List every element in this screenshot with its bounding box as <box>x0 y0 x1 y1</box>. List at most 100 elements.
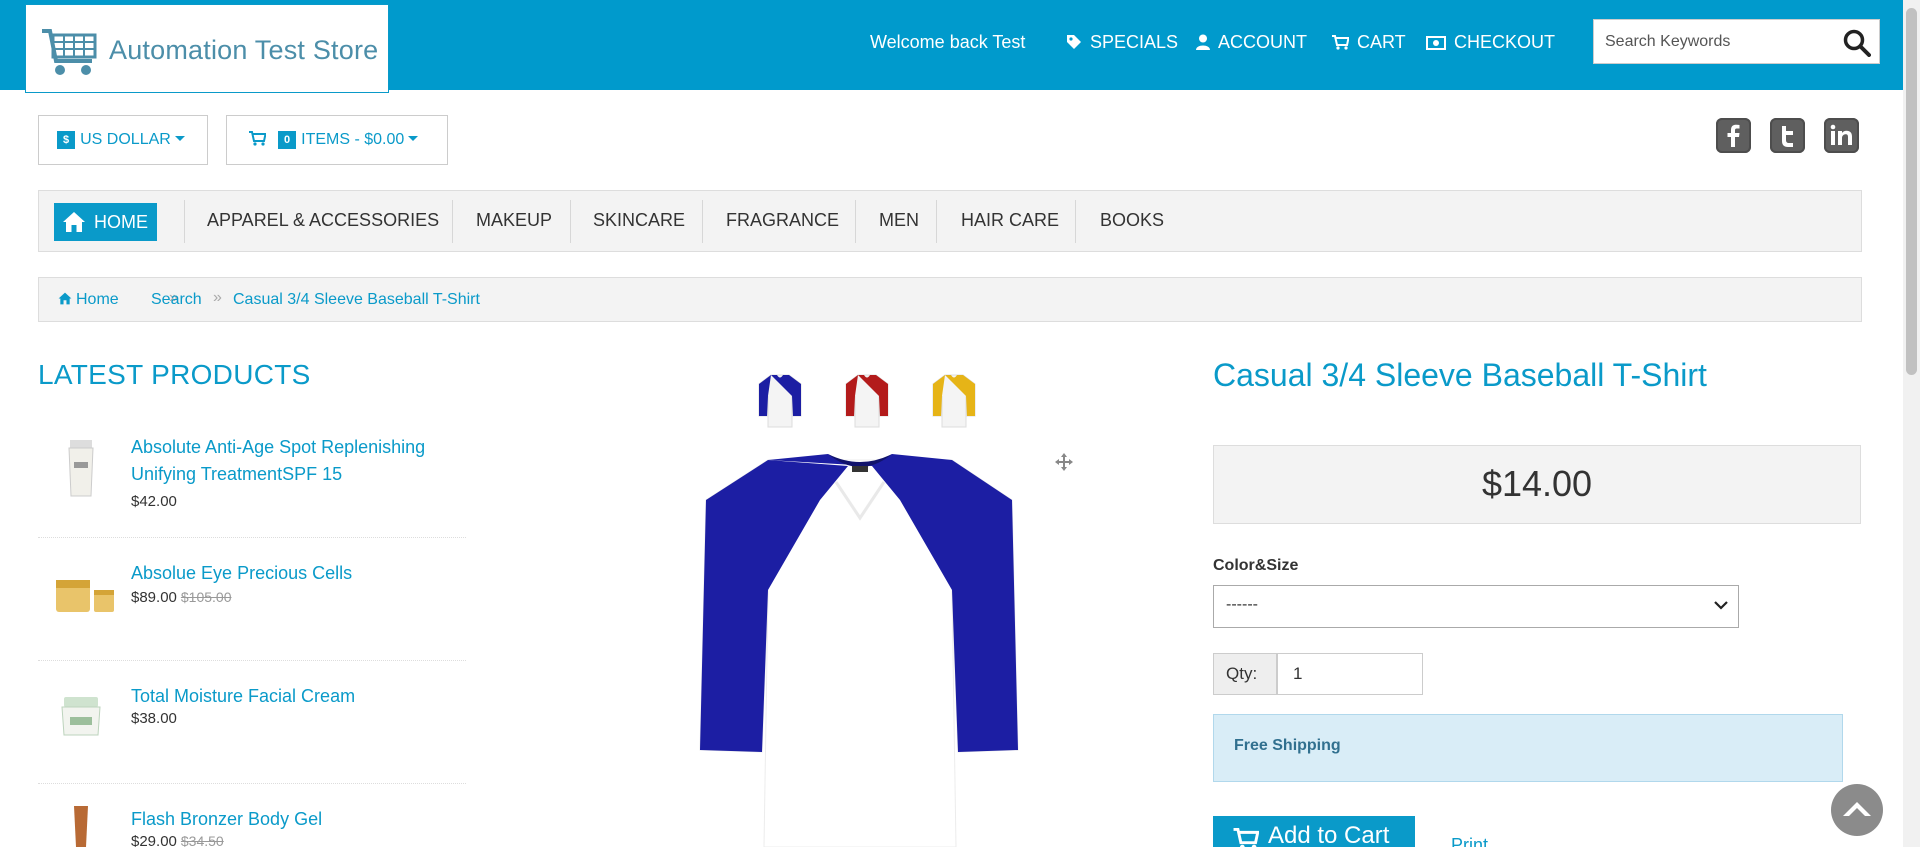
product-price: $38.00 <box>131 710 177 727</box>
scrollbar[interactable] <box>1903 0 1920 847</box>
home-icon <box>58 292 72 305</box>
cart-link[interactable]: CART <box>1332 32 1406 53</box>
nav-item-fragrance[interactable]: FRAGRANCE <box>726 210 839 231</box>
product-name[interactable]: Flash Bronzer Body Gel <box>131 806 461 833</box>
top-header: Automation Test Store Welcome back Test … <box>0 0 1920 93</box>
divider <box>38 660 466 661</box>
product-thumbnail[interactable] <box>54 438 108 500</box>
nav-divider <box>855 200 856 243</box>
store-logo[interactable]: Automation Test Store <box>25 4 389 93</box>
nav-item-hair-care[interactable]: HAIR CARE <box>961 210 1059 231</box>
twitter-icon[interactable] <box>1770 118 1805 153</box>
store-name: Automation Test Store <box>109 35 379 65</box>
tag-icon <box>1067 35 1081 49</box>
product-old-price: $34.50 <box>180 833 224 847</box>
caret-down-icon <box>174 136 185 141</box>
nav-item-apparel[interactable]: APPAREL & ACCESSORIES <box>207 210 439 231</box>
currency-label: US DOLLAR <box>80 131 171 148</box>
user-icon <box>1196 34 1210 50</box>
nav-item-skincare[interactable]: SKINCARE <box>593 210 685 231</box>
qty-input[interactable] <box>1277 653 1423 695</box>
product-thumbnail[interactable] <box>54 693 108 739</box>
nav-divider <box>702 200 703 243</box>
chevron-down-icon <box>1714 601 1728 610</box>
product-thumbnail-red[interactable] <box>844 372 890 428</box>
list-item: Total Moisture Facial Cream $38.00 <box>38 683 466 783</box>
search-icon[interactable] <box>1843 29 1871 57</box>
print-label: Print <box>1451 835 1489 847</box>
list-item: Flash Bronzer Body Gel $29.00 $34.50 <box>38 806 466 847</box>
linkedin-icon[interactable] <box>1824 118 1859 153</box>
breadcrumb-home-label: Home <box>76 291 119 308</box>
product-old-price: $105.00 <box>180 589 232 605</box>
breadcrumb-home[interactable]: Home <box>58 291 119 309</box>
product-thumbnail-yellow[interactable] <box>931 372 977 428</box>
add-to-cart-label: Add to Cart <box>1268 822 1390 847</box>
cart-items-label: ITEMS - $0.00 <box>301 131 405 148</box>
product-price-row: $89.00 $105.00 <box>131 589 232 606</box>
color-size-value: ------ <box>1226 596 1258 613</box>
qty-label: Qty: <box>1213 653 1277 695</box>
nav-divider <box>936 200 937 243</box>
option-label: Color&Size <box>1213 557 1299 574</box>
product-price: $89.00 <box>131 589 177 606</box>
facebook-icon[interactable] <box>1716 118 1751 153</box>
specials-link[interactable]: SPECIALS <box>1066 32 1178 53</box>
specials-label: SPECIALS <box>1090 32 1179 52</box>
list-item: Absolue Eye Precious Cells $89.00 $105.00 <box>38 560 466 660</box>
checkout-label: CHECKOUT <box>1454 32 1556 52</box>
cart-icon <box>1332 35 1350 50</box>
product-price-row: $29.00 $34.50 <box>131 833 224 847</box>
product-price: $14.00 <box>1481 463 1593 504</box>
add-to-cart-button[interactable]: Add to Cart <box>1213 816 1415 847</box>
welcome-text[interactable]: Welcome back Test <box>870 32 1025 53</box>
account-label: ACCOUNT <box>1218 32 1307 52</box>
scroll-to-top-button[interactable] <box>1831 784 1883 836</box>
search-input[interactable] <box>1594 20 1834 63</box>
product-main-image[interactable] <box>640 440 1080 847</box>
breadcrumb-current[interactable]: Casual 3/4 Sleeve Baseball T-Shirt <box>233 291 480 309</box>
product-price: $29.00 <box>131 833 177 847</box>
currency-dropdown[interactable]: $ US DOLLAR <box>38 115 208 165</box>
cart-count-badge: 0 <box>278 131 297 149</box>
color-size-select[interactable]: ------ <box>1213 585 1739 628</box>
move-icon[interactable] <box>1054 452 1074 472</box>
nav-item-books[interactable]: BOOKS <box>1100 210 1164 231</box>
nav-divider <box>184 200 185 243</box>
list-item: Absolute Anti-Age Spot Replenishing Unif… <box>38 434 466 534</box>
search-box <box>1593 19 1880 64</box>
nav-item-makeup[interactable]: MAKEUP <box>476 210 552 231</box>
chevron-right-icon: » <box>213 289 222 306</box>
main-nav: HOME APPAREL & ACCESSORIES MAKEUP SKINCA… <box>38 190 1862 252</box>
product-thumbnail[interactable] <box>54 806 108 847</box>
breadcrumb-search[interactable]: Search <box>151 291 202 309</box>
account-link[interactable]: ACCOUNT <box>1196 32 1307 53</box>
nav-home[interactable]: HOME <box>54 203 157 241</box>
nav-home-label: HOME <box>94 212 148 232</box>
money-icon <box>1426 36 1446 50</box>
cart-label: CART <box>1357 32 1406 52</box>
cart-icon <box>249 131 267 146</box>
product-thumbnail[interactable] <box>54 570 118 616</box>
currency-symbol: $ <box>57 131 76 149</box>
chevron-up-icon <box>1843 802 1871 816</box>
latest-products-title: LATEST PRODUCTS <box>38 359 311 390</box>
product-title: Casual 3/4 Sleeve Baseball T-Shirt <box>1213 357 1707 393</box>
home-icon <box>63 212 85 232</box>
mini-cart-dropdown[interactable]: 0 ITEMS - $0.00 <box>226 115 448 165</box>
nav-divider <box>452 200 453 243</box>
product-thumbnail-blue[interactable] <box>757 372 803 428</box>
scrollbar-thumb[interactable] <box>1906 8 1917 375</box>
cart-icon <box>1233 828 1259 847</box>
product-name[interactable]: Absolute Anti-Age Spot Replenishing Unif… <box>131 434 461 488</box>
nav-divider <box>1075 200 1076 243</box>
product-name[interactable]: Absolue Eye Precious Cells <box>131 560 461 587</box>
checkout-link[interactable]: CHECKOUT <box>1426 32 1555 53</box>
cart-logo-icon <box>42 29 97 75</box>
product-name[interactable]: Total Moisture Facial Cream <box>131 683 461 710</box>
print-link[interactable]: Print <box>1451 835 1488 847</box>
nav-item-men[interactable]: MEN <box>879 210 919 231</box>
nav-divider <box>570 200 571 243</box>
product-price-box: $14.00 <box>1213 445 1861 524</box>
product-price: $42.00 <box>131 493 177 510</box>
